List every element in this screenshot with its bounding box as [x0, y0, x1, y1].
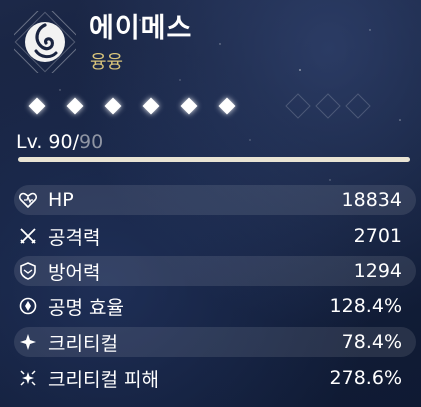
- element-name: 융융: [90, 52, 124, 73]
- constellation-node-icon[interactable]: [140, 95, 162, 117]
- constellation-node-icon[interactable]: [216, 95, 238, 117]
- stat-value: 1294: [353, 260, 402, 282]
- energy-recharge-icon: [18, 296, 38, 316]
- crit-burst-icon: [18, 368, 38, 388]
- stat-row-hp: HP 18834: [14, 185, 416, 215]
- constellation-node-icon[interactable]: [178, 95, 200, 117]
- stat-value: 78.4%: [341, 331, 402, 353]
- stat-value: 18834: [341, 189, 402, 211]
- character-name: 에이메스: [89, 13, 193, 44]
- stat-value: 278.6%: [329, 367, 402, 389]
- stat-label: 크리티컬: [48, 332, 118, 355]
- level-indicator: Lv. 90/90: [16, 131, 103, 153]
- stat-row-attack: 공격력 2701: [14, 221, 416, 251]
- stat-label: 방어력: [48, 261, 101, 284]
- stat-label: 공명 효율: [48, 296, 124, 319]
- constellation-node-icon[interactable]: [102, 95, 124, 117]
- stat-row-energy-regen: 공명 효율 128.4%: [14, 291, 416, 321]
- level-max: 90: [79, 131, 104, 153]
- stat-row-crit-damage: 크리티컬 피해 278.6%: [14, 363, 416, 393]
- stat-label: 크리티컬 피해: [48, 368, 159, 391]
- crossed-swords-icon: [18, 226, 38, 246]
- stat-row-crit-rate: 크리티컬 78.4%: [14, 327, 416, 357]
- stat-value: 128.4%: [329, 295, 402, 317]
- level-current: Lv. 90/: [16, 131, 80, 153]
- heart-icon: [18, 190, 38, 210]
- level-progress-bar: [18, 157, 410, 162]
- crit-star-icon: [18, 332, 38, 352]
- stat-row-defense: 방어력 1294: [14, 256, 416, 286]
- stat-label: HP: [48, 189, 74, 211]
- element-emblem-icon: [6, 3, 84, 81]
- constellation-node-icon[interactable]: [64, 95, 86, 117]
- decorative-ornament: [285, 93, 371, 119]
- stat-value: 2701: [353, 225, 402, 247]
- stat-label: 공격력: [48, 226, 101, 249]
- shield-icon: [18, 261, 38, 281]
- constellation-node-icon[interactable]: [26, 95, 48, 117]
- constellation-row: [26, 93, 416, 119]
